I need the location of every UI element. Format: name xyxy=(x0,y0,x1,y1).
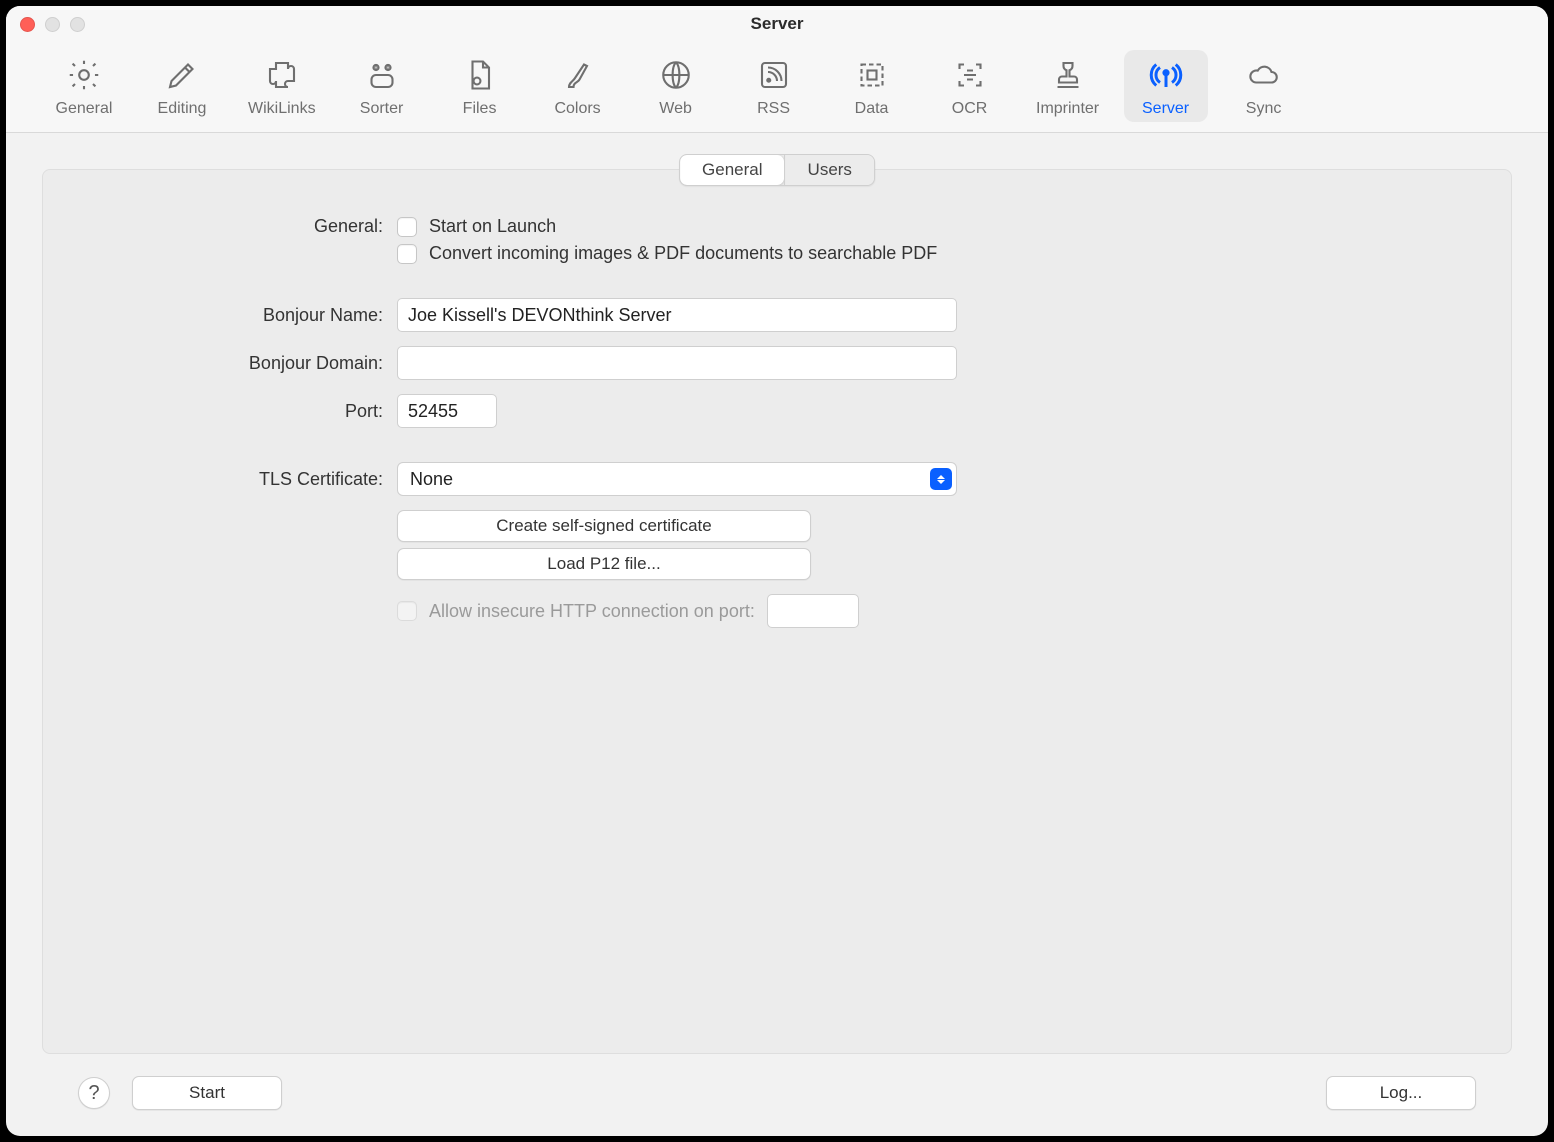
checkbox-start-on-launch[interactable] xyxy=(397,217,417,237)
help-button[interactable]: ? xyxy=(78,1077,110,1109)
pencil-icon xyxy=(163,56,201,94)
data-icon xyxy=(853,56,891,94)
window-title: Server xyxy=(6,14,1548,34)
rss-icon xyxy=(755,56,793,94)
tab-sync[interactable]: Sync xyxy=(1222,50,1306,122)
form: General: Start on Launch Convert incomin… xyxy=(43,208,1511,1053)
button-create-certificate[interactable]: Create self-signed certificate xyxy=(397,510,811,542)
sorter-icon xyxy=(363,56,401,94)
input-bonjour-domain[interactable] xyxy=(397,346,957,380)
tab-server[interactable]: Server xyxy=(1124,50,1208,122)
select-tls-certificate[interactable]: None xyxy=(397,462,957,496)
gear-icon xyxy=(65,56,103,94)
start-button[interactable]: Start xyxy=(132,1076,282,1110)
tab-colors[interactable]: Colors xyxy=(536,50,620,122)
puzzle-icon xyxy=(263,56,301,94)
tab-rss[interactable]: RSS xyxy=(732,50,816,122)
label-allow-insecure: Allow insecure HTTP connection on port: xyxy=(429,601,755,622)
footer: ? Start Log... xyxy=(42,1054,1512,1136)
title-bar: Server xyxy=(6,6,1548,42)
settings-panel: General Users General: Start on Launch C… xyxy=(42,169,1512,1054)
select-tls-value: None xyxy=(410,469,453,490)
button-load-p12[interactable]: Load P12 file... xyxy=(397,548,811,580)
ocr-icon xyxy=(951,56,989,94)
content-area: General Users General: Start on Launch C… xyxy=(6,133,1548,1136)
preferences-window: Server General Editing WikiLinks Sorter xyxy=(6,6,1548,1136)
input-bonjour-name[interactable] xyxy=(397,298,957,332)
input-port[interactable] xyxy=(397,394,497,428)
checkbox-allow-insecure xyxy=(397,601,417,621)
prefs-toolbar: General Editing WikiLinks Sorter Files xyxy=(6,42,1548,133)
tab-files[interactable]: Files xyxy=(438,50,522,122)
cloud-icon xyxy=(1245,56,1283,94)
subtab-users[interactable]: Users xyxy=(785,155,874,185)
tab-sorter[interactable]: Sorter xyxy=(340,50,424,122)
file-gear-icon xyxy=(461,56,499,94)
subtab-general[interactable]: General xyxy=(680,155,784,185)
segmented-control: General Users xyxy=(679,154,875,186)
globe-icon xyxy=(657,56,695,94)
tab-ocr[interactable]: OCR xyxy=(928,50,1012,122)
label-tls-certificate: TLS Certificate: xyxy=(83,469,383,490)
label-bonjour-name: Bonjour Name: xyxy=(83,305,383,326)
antenna-icon xyxy=(1147,56,1185,94)
tab-data[interactable]: Data xyxy=(830,50,914,122)
tab-web[interactable]: Web xyxy=(634,50,718,122)
chevron-up-down-icon xyxy=(930,468,952,490)
tab-wikilinks[interactable]: WikiLinks xyxy=(238,50,326,122)
input-insecure-port xyxy=(767,594,859,628)
label-port: Port: xyxy=(83,401,383,422)
label-general: General: xyxy=(83,216,383,237)
log-button[interactable]: Log... xyxy=(1326,1076,1476,1110)
tab-general[interactable]: General xyxy=(42,50,126,122)
brush-icon xyxy=(559,56,597,94)
stamp-icon xyxy=(1049,56,1087,94)
label-bonjour-domain: Bonjour Domain: xyxy=(83,353,383,374)
tab-editing[interactable]: Editing xyxy=(140,50,224,122)
label-convert-pdf: Convert incoming images & PDF documents … xyxy=(429,243,937,264)
tab-imprinter[interactable]: Imprinter xyxy=(1026,50,1110,122)
checkbox-convert-pdf[interactable] xyxy=(397,244,417,264)
label-start-on-launch: Start on Launch xyxy=(429,216,556,237)
